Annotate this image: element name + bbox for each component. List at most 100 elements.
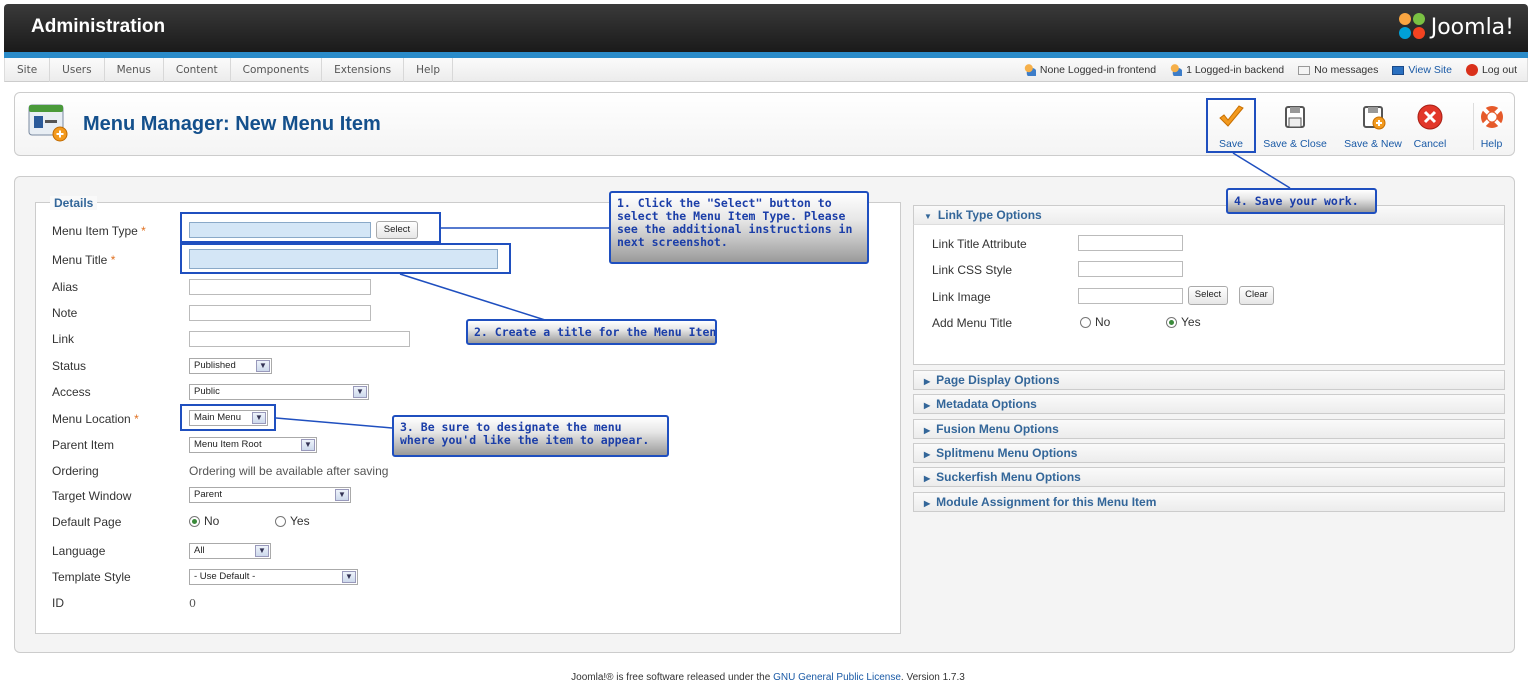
logo-text: Joomla!	[1430, 14, 1514, 40]
link-image-label: Link Image	[932, 290, 991, 304]
add-menu-title-no-radio[interactable]: No	[1080, 315, 1110, 329]
view-site-link[interactable]: View Site	[1392, 64, 1452, 76]
link-image-input[interactable]	[1078, 288, 1183, 304]
radio-selected-icon	[189, 515, 200, 527]
help-button[interactable]: Help	[1473, 103, 1509, 150]
target-window-label: Target Window	[52, 489, 132, 503]
add-menu-title-yes-radio[interactable]: Yes	[1166, 315, 1201, 329]
target-window-select-value: Parent	[194, 489, 222, 500]
callout-step-4: 4. Save your work.	[1226, 188, 1377, 214]
menu-users[interactable]: Users	[50, 58, 105, 82]
joomla-logo[interactable]: Joomla!	[1398, 13, 1514, 41]
parent-item-select[interactable]: Menu Item Root ▼	[189, 437, 317, 453]
footer: Joomla!® is free software released under…	[0, 672, 1536, 683]
menu-components[interactable]: Components	[231, 58, 323, 82]
panel-title: Page Display Options	[936, 373, 1060, 387]
callout-step-3: 3. Be sure to designate the menu where y…	[392, 415, 669, 457]
note-label: Note	[52, 306, 78, 320]
target-window-select[interactable]: Parent ▼	[189, 487, 351, 503]
link-title-attribute-input[interactable]	[1078, 235, 1183, 251]
menu-manager-icon	[28, 104, 68, 142]
parent-item-label: Parent Item	[52, 438, 115, 452]
link-css-style-input[interactable]	[1078, 261, 1183, 277]
suckerfish-menu-options-header[interactable]: ▶ Suckerfish Menu Options	[913, 467, 1505, 487]
cancel-icon	[1417, 104, 1443, 130]
access-select[interactable]: Public ▼	[189, 384, 369, 400]
required-mark: *	[110, 253, 116, 267]
highlight-menu-title	[180, 243, 511, 274]
logout-link[interactable]: Log out	[1465, 64, 1517, 76]
triangle-right-icon: ▶	[924, 450, 931, 459]
save-new-button[interactable]: Save & New	[1341, 103, 1405, 150]
page-display-options-header[interactable]: ▶ Page Display Options	[913, 370, 1505, 390]
joomla-logo-icon	[1398, 13, 1427, 41]
footer-prefix: Joomla!® is free software released under…	[571, 672, 774, 683]
menu-extensions[interactable]: Extensions	[322, 58, 405, 82]
menu-location-label: Menu Location *	[52, 412, 139, 426]
menu-site[interactable]: Site	[5, 58, 51, 82]
required-mark: *	[134, 412, 139, 426]
menu-menus[interactable]: Menus	[105, 58, 164, 82]
save-close-label: Save & Close	[1263, 138, 1327, 150]
chevron-down-icon: ▼	[342, 571, 356, 583]
help-label: Help	[1480, 138, 1503, 150]
add-menu-title-label: Add Menu Title	[932, 316, 1013, 330]
panel-title: Suckerfish Menu Options	[936, 470, 1081, 484]
triangle-right-icon: ▶	[924, 499, 931, 508]
add-menu-title-yes-label: Yes	[1181, 315, 1201, 329]
callout-1-line-4: next screenshot.	[617, 235, 728, 249]
cancel-label: Cancel	[1413, 138, 1447, 150]
splitmenu-menu-options-header[interactable]: ▶ Splitmenu Menu Options	[913, 443, 1505, 463]
status-bar: None Logged-in frontend 1 Logged-in back…	[1023, 58, 1517, 82]
logout-icon	[1465, 64, 1478, 76]
default-page-no-radio[interactable]: No	[189, 514, 219, 528]
link-type-options-header[interactable]: ▼ Link Type Options	[913, 205, 1505, 225]
default-page-yes-radio[interactable]: Yes	[275, 514, 310, 528]
messages-status[interactable]: No messages	[1298, 64, 1378, 76]
status-select-value: Published	[194, 360, 236, 371]
highlight-save-button	[1206, 98, 1256, 153]
panel-title: Module Assignment for this Menu Item	[936, 495, 1157, 509]
required-mark: *	[141, 224, 146, 238]
fusion-menu-options-header[interactable]: ▶ Fusion Menu Options	[913, 419, 1505, 439]
link-label: Link	[52, 332, 75, 346]
default-page-no-label: No	[204, 514, 220, 528]
module-assignment-header[interactable]: ▶ Module Assignment for this Menu Item	[913, 492, 1505, 512]
ordering-label: Ordering	[52, 464, 99, 478]
alias-input[interactable]	[189, 279, 371, 295]
link-css-style-label: Link CSS Style	[932, 263, 1013, 277]
help-lifebuoy-icon	[1480, 106, 1503, 128]
id-value: 0	[189, 597, 196, 610]
link-image-clear-button[interactable]: Clear	[1239, 286, 1274, 305]
panel-title: Splitmenu Menu Options	[936, 446, 1078, 460]
cancel-button[interactable]: Cancel	[1411, 103, 1449, 150]
menu-content[interactable]: Content	[164, 58, 231, 82]
status-select[interactable]: Published ▼	[189, 358, 272, 374]
menu-item-type-text: Menu Item Type	[52, 224, 138, 238]
toolbar: Menu Manager: New Menu Item Save Save & …	[14, 92, 1515, 156]
frontend-status-text: None Logged-in frontend	[1039, 64, 1157, 76]
save-close-button[interactable]: Save & Close	[1262, 103, 1328, 150]
view-site-text: View Site	[1408, 64, 1452, 76]
access-select-value: Public	[194, 386, 220, 397]
menu-help[interactable]: Help	[404, 58, 454, 82]
link-input[interactable]	[189, 331, 410, 347]
radio-unselected-icon	[275, 515, 286, 527]
status-label: Status	[52, 359, 87, 373]
link-type-options-panel	[913, 205, 1505, 365]
details-legend: Details	[50, 196, 98, 210]
users-icon	[1170, 64, 1183, 76]
backend-status: 1 Logged-in backend	[1170, 64, 1284, 76]
chevron-down-icon: ▼	[301, 439, 315, 451]
language-select-value: All	[194, 545, 205, 556]
logout-text: Log out	[1481, 64, 1517, 76]
language-select[interactable]: All ▼	[189, 543, 271, 559]
template-style-select[interactable]: - Use Default - ▼	[189, 569, 358, 585]
menu-title-label: Menu Title *	[52, 253, 115, 267]
header-title: Administration	[31, 16, 166, 37]
gpl-license-link[interactable]: GNU General Public License	[773, 672, 901, 683]
link-image-select-button[interactable]: Select	[1188, 286, 1228, 305]
callout-3-line-2: where you'd like the item to appear.	[400, 433, 650, 447]
note-input[interactable]	[189, 305, 371, 321]
metadata-options-header[interactable]: ▶ Metadata Options	[913, 394, 1505, 414]
